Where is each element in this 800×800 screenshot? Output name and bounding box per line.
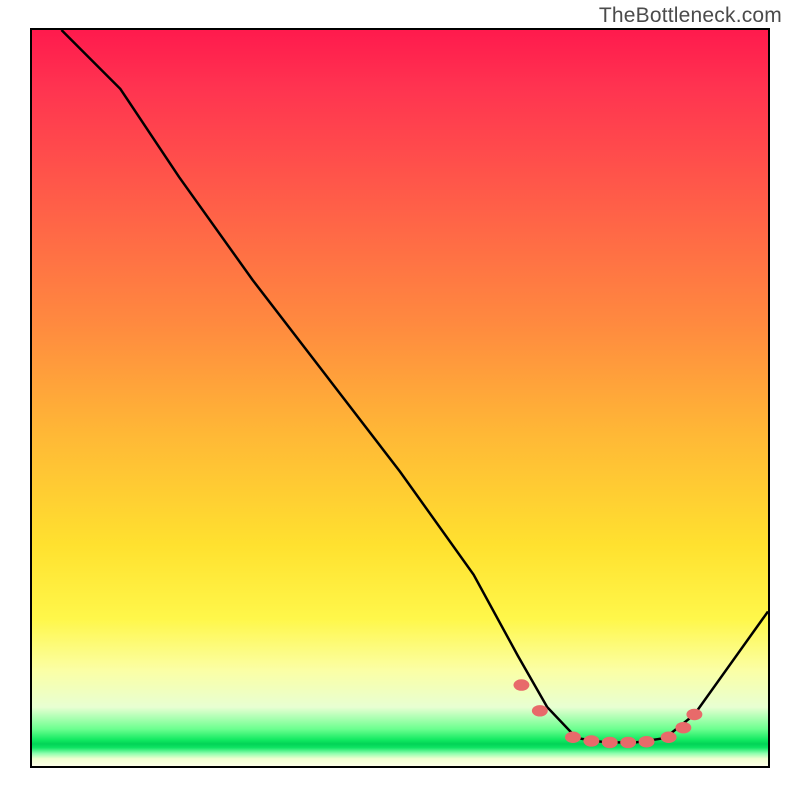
- highlight-dot: [639, 736, 655, 747]
- highlight-dot: [686, 709, 702, 720]
- highlight-dots: [513, 679, 702, 748]
- highlight-dot: [620, 737, 636, 748]
- watermark-text: TheBottleneck.com: [599, 4, 782, 28]
- highlight-dot: [532, 705, 548, 716]
- highlight-dot: [513, 679, 529, 690]
- highlight-dot: [602, 737, 618, 748]
- plot-area: [30, 28, 770, 768]
- highlight-dot: [661, 732, 677, 743]
- highlight-dot: [675, 722, 691, 733]
- highlight-dot: [583, 735, 599, 746]
- bottleneck-curve: [61, 30, 768, 742]
- chart-svg: [32, 30, 768, 766]
- chart-frame: TheBottleneck.com: [0, 0, 800, 800]
- highlight-dot: [565, 732, 581, 743]
